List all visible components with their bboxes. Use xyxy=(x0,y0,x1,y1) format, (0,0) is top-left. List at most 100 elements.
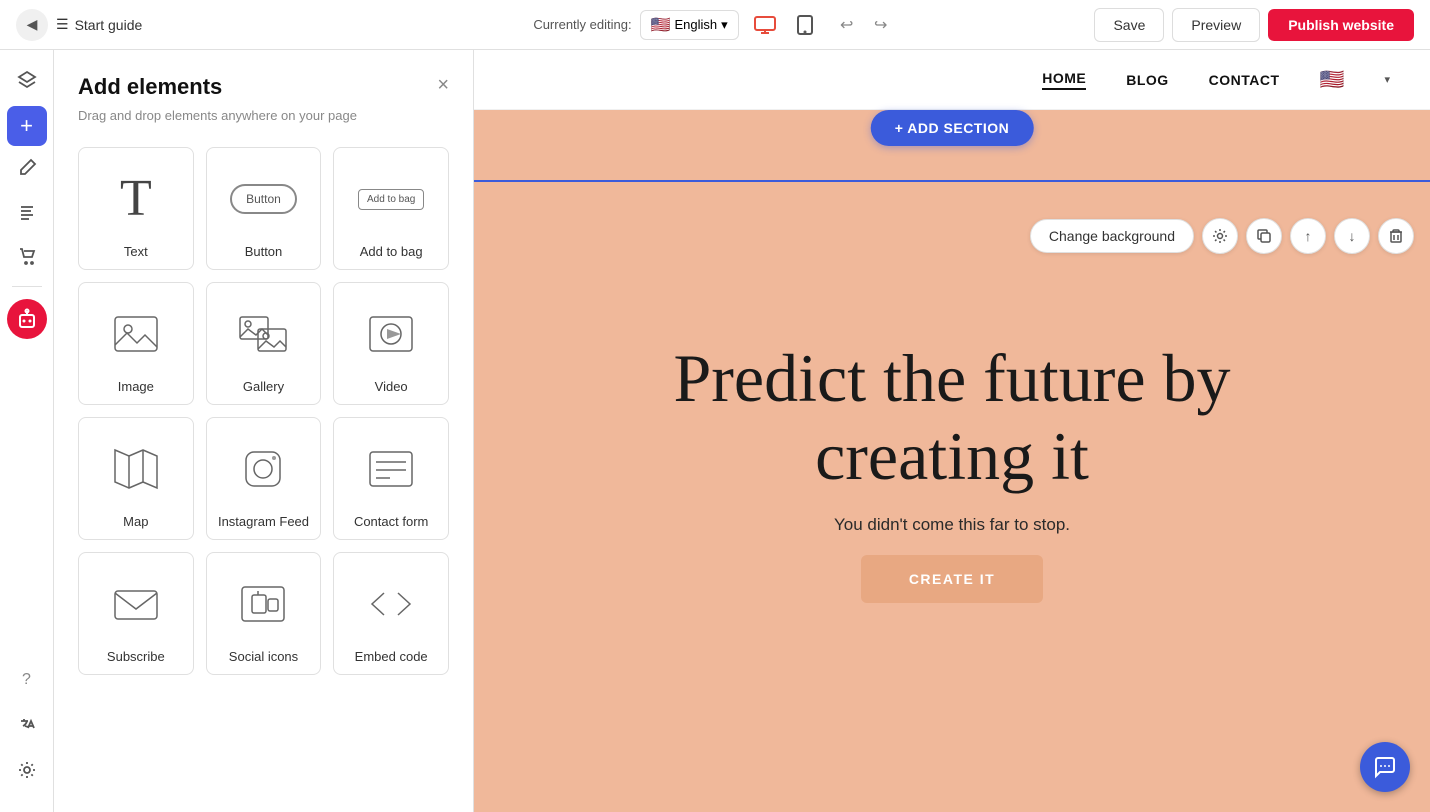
question-icon: ? xyxy=(22,671,31,689)
topbar: ◀ ☰ Start guide Currently editing: 🇺🇸 En… xyxy=(0,0,1430,50)
hero-headline: Predict the future by creating it xyxy=(602,339,1302,495)
element-card-embed-code[interactable]: Embed code xyxy=(333,552,449,675)
topbar-left: ◀ ☰ Start guide xyxy=(16,9,517,41)
rail-text-button[interactable] xyxy=(7,194,47,234)
preview-button[interactable]: Preview xyxy=(1172,8,1260,42)
desktop-view-button[interactable] xyxy=(747,7,783,43)
panel-subtitle: Drag and drop elements anywhere on your … xyxy=(78,108,449,123)
nav-home[interactable]: HOME xyxy=(1042,70,1086,90)
undo-icon: ↩ xyxy=(840,15,853,35)
gear-icon xyxy=(1212,228,1228,244)
add-to-bag-label: Add to bag xyxy=(360,244,423,259)
chevron-down-icon: ▾ xyxy=(721,17,728,33)
hamburger-icon: ☰ xyxy=(56,16,69,33)
settings-icon xyxy=(17,760,37,785)
add-section-bar: + ADD SECTION xyxy=(871,110,1034,146)
element-card-instagram[interactable]: Instagram Feed xyxy=(206,417,322,540)
button-label: Button xyxy=(245,244,283,259)
map-element-icon xyxy=(96,434,176,504)
chat-icon xyxy=(1373,755,1397,779)
add-section-button[interactable]: + ADD SECTION xyxy=(871,110,1034,146)
section-settings-button[interactable] xyxy=(1202,218,1238,254)
gallery-label: Gallery xyxy=(243,379,284,394)
device-icons xyxy=(747,7,823,43)
element-card-image[interactable]: Image xyxy=(78,282,194,405)
nav-blog[interactable]: BLOG xyxy=(1126,72,1168,88)
section-delete-button[interactable] xyxy=(1378,218,1414,254)
bot-icon xyxy=(16,308,38,330)
element-card-add-to-bag[interactable]: Add to bag Add to bag xyxy=(333,147,449,270)
tablet-view-button[interactable] xyxy=(787,7,823,43)
save-button[interactable]: Save xyxy=(1094,8,1164,42)
rail-layers-button[interactable] xyxy=(7,62,47,102)
element-card-button[interactable]: Button Button xyxy=(206,147,322,270)
element-card-text[interactable]: T Text xyxy=(78,147,194,270)
website-navbar: HOME BLOG CONTACT 🇺🇸 ▾ xyxy=(474,50,1430,110)
back-button[interactable]: ◀ xyxy=(16,9,48,41)
redo-button[interactable]: ↪ xyxy=(865,9,897,41)
element-card-contact-form[interactable]: Contact form xyxy=(333,417,449,540)
nav-flag[interactable]: 🇺🇸 xyxy=(1320,67,1345,92)
add-to-bag-element-icon: Add to bag xyxy=(351,164,431,234)
section-duplicate-button[interactable] xyxy=(1246,218,1282,254)
rail-shop-button[interactable] xyxy=(7,238,47,278)
element-card-social-icons[interactable]: Social icons xyxy=(206,552,322,675)
button-element-icon: Button xyxy=(223,164,303,234)
gallery-element-icon xyxy=(223,299,303,369)
topbar-center: Currently editing: 🇺🇸 English ▾ xyxy=(533,7,896,43)
element-card-gallery[interactable]: Gallery xyxy=(206,282,322,405)
rail-question-button[interactable]: ? xyxy=(7,660,47,700)
start-guide-button[interactable]: ☰ Start guide xyxy=(56,16,142,33)
language-label: English xyxy=(675,17,718,32)
language-selector[interactable]: 🇺🇸 English ▾ xyxy=(640,10,739,40)
tablet-icon xyxy=(797,15,813,35)
change-background-button[interactable]: Change background xyxy=(1030,219,1194,253)
icon-rail: + xyxy=(0,50,54,812)
hero-section: Predict the future by creating it You di… xyxy=(474,110,1430,812)
instagram-element-icon xyxy=(223,434,303,504)
hero-cta-button[interactable]: CREATE IT xyxy=(861,555,1043,603)
nav-contact[interactable]: CONTACT xyxy=(1209,72,1280,88)
text-label: Text xyxy=(124,244,148,259)
nav-flag-chevron[interactable]: ▾ xyxy=(1384,73,1390,86)
image-label: Image xyxy=(118,379,154,394)
subscribe-label: Subscribe xyxy=(107,649,165,664)
hero-subtext: You didn't come this far to stop. xyxy=(834,515,1070,535)
social-icons-label: Social icons xyxy=(229,649,298,664)
rail-pen-button[interactable] xyxy=(7,150,47,190)
publish-button[interactable]: Publish website xyxy=(1268,9,1414,41)
section-move-down-button[interactable]: ↓ xyxy=(1334,218,1370,254)
embed-code-label: Embed code xyxy=(355,649,428,664)
canvas-area: HOME BLOG CONTACT 🇺🇸 ▾ + ADD SECTION Cha… xyxy=(474,50,1430,812)
embed-code-element-icon xyxy=(351,569,431,639)
main-area: + xyxy=(0,50,1430,812)
elements-grid: T Text Button Button Add to bag Add to b… xyxy=(78,147,449,675)
website-preview: HOME BLOG CONTACT 🇺🇸 ▾ + ADD SECTION Cha… xyxy=(474,50,1430,812)
rail-divider xyxy=(12,286,42,287)
chat-widget-button[interactable] xyxy=(1360,742,1410,792)
section-divider-line xyxy=(474,180,1430,182)
currently-editing-label: Currently editing: xyxy=(533,17,631,32)
rail-bot-button[interactable] xyxy=(7,299,47,339)
panel-close-button[interactable]: × xyxy=(437,74,449,97)
rail-settings-button[interactable] xyxy=(7,752,47,792)
layers-icon xyxy=(17,70,37,95)
contact-form-element-icon xyxy=(351,434,431,504)
down-arrow-icon: ↓ xyxy=(1349,228,1356,244)
panel-header: Add elements × xyxy=(78,74,449,100)
section-move-up-button[interactable]: ↑ xyxy=(1290,218,1326,254)
subscribe-element-icon xyxy=(96,569,176,639)
element-card-video[interactable]: Video xyxy=(333,282,449,405)
up-arrow-icon: ↑ xyxy=(1305,228,1312,244)
map-label: Map xyxy=(123,514,148,529)
panel-title: Add elements xyxy=(78,74,222,100)
undo-button[interactable]: ↩ xyxy=(831,9,863,41)
translate-icon xyxy=(17,716,37,741)
video-label: Video xyxy=(375,379,408,394)
element-card-map[interactable]: Map xyxy=(78,417,194,540)
section-toolbar: Change background ↑ ↓ xyxy=(1030,218,1414,254)
rail-add-element-button[interactable]: + xyxy=(7,106,47,146)
element-card-subscribe[interactable]: Subscribe xyxy=(78,552,194,675)
rail-translate-button[interactable] xyxy=(7,708,47,748)
start-guide-label: Start guide xyxy=(75,17,143,33)
